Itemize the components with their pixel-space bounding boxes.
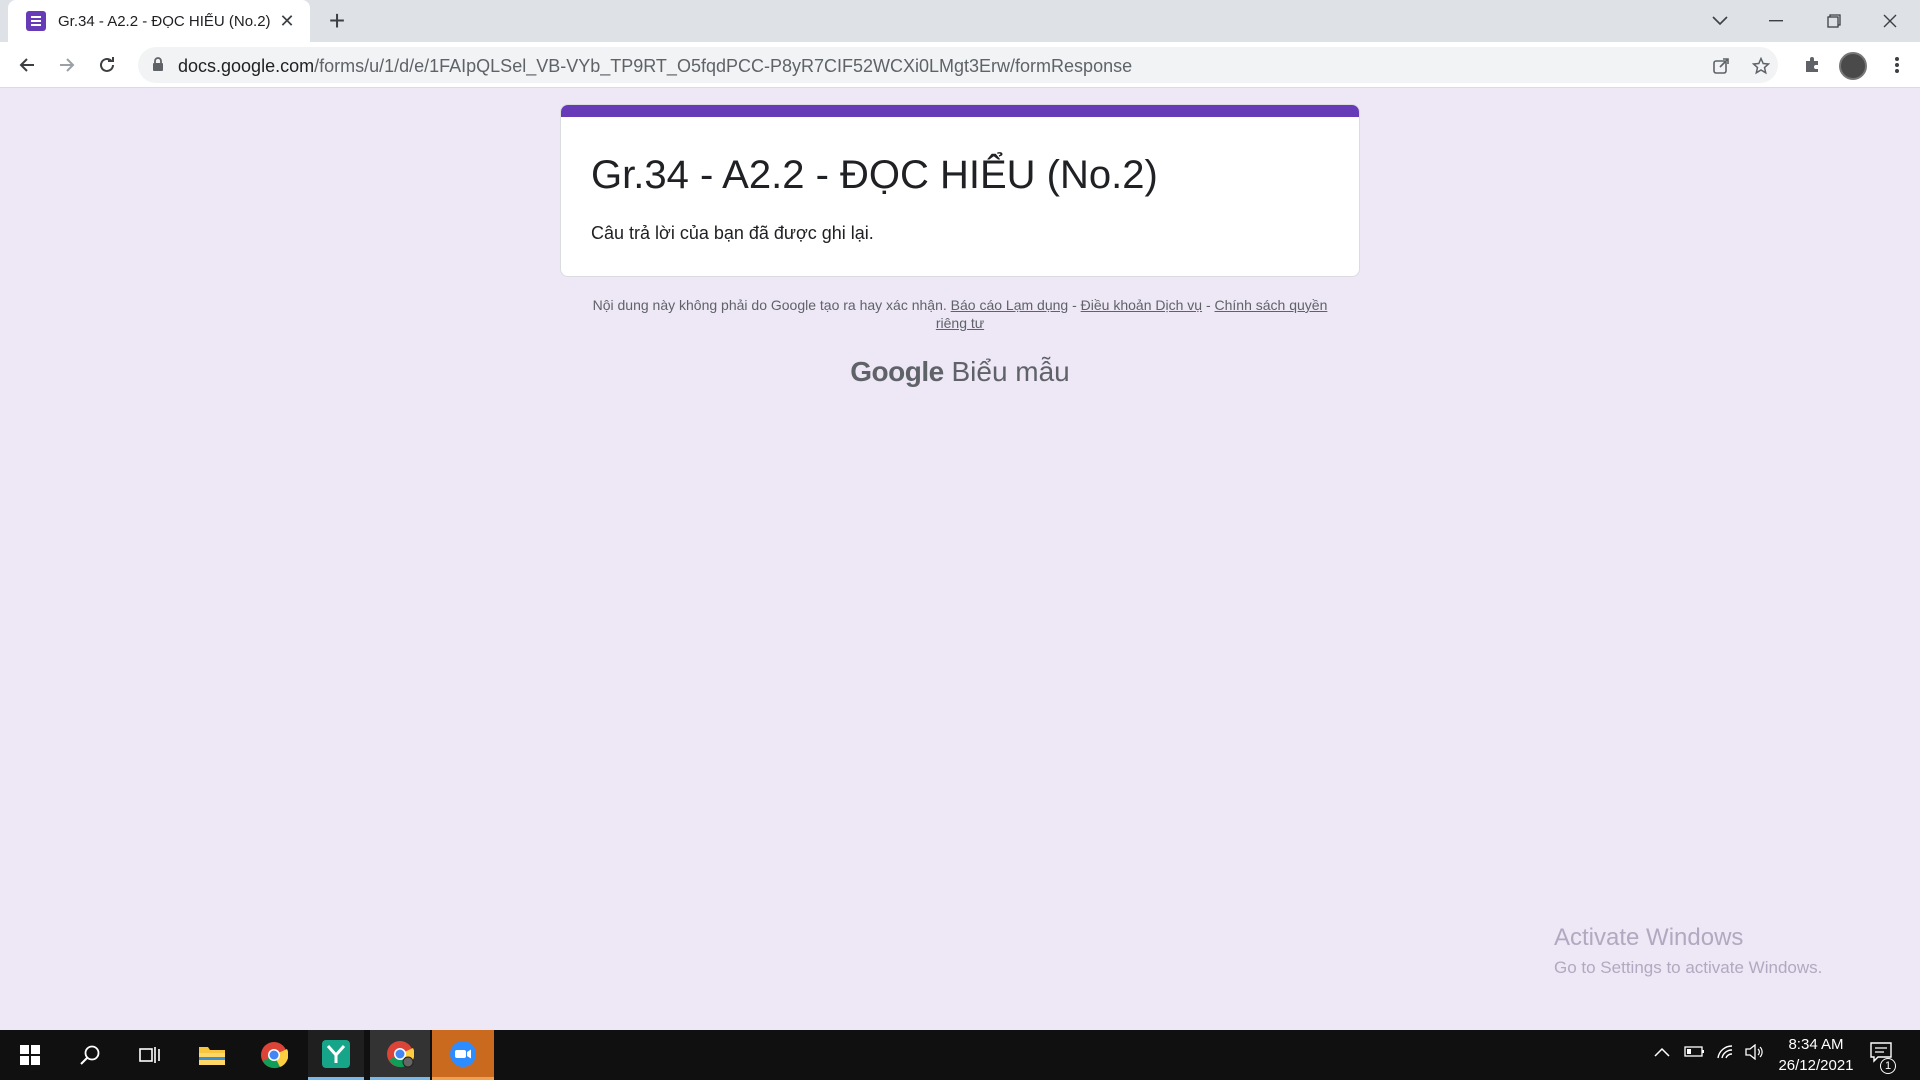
chrome-profile-icon[interactable]	[370, 1030, 430, 1080]
footer-disclaimer: Nội dung này không phải do Google tạo ra…	[592, 297, 1328, 331]
notification-count-badge: 1	[1880, 1058, 1896, 1074]
windows-taskbar: 8:34 AM 26/12/2021 1	[0, 1030, 1920, 1080]
response-recorded-message: Câu trả lời của bạn đã được ghi lại.	[591, 223, 874, 243]
browser-toolbar: docs.google.com/forms/u/1/d/e/1FAIpQLSel…	[0, 42, 1920, 88]
form-response-card: Gr.34 - A2.2 - ĐỌC HIỂU (No.2) Câu trả l…	[560, 104, 1360, 277]
bookmark-star-icon[interactable]	[1748, 53, 1774, 79]
system-clock[interactable]: 8:34 AM 26/12/2021	[1766, 1034, 1866, 1076]
battery-icon[interactable]	[1684, 1044, 1706, 1063]
form-accent-bar	[561, 105, 1359, 117]
tab-title: Gr.34 - A2.2 - ĐỌC HIỂU (No.2)	[58, 12, 271, 30]
address-bar[interactable]: docs.google.com/forms/u/1/d/e/1FAIpQLSel…	[138, 47, 1778, 83]
browser-tab[interactable]: Gr.34 - A2.2 - ĐỌC HIỂU (No.2) ✕	[8, 0, 310, 42]
clock-date: 26/12/2021	[1778, 1057, 1854, 1074]
reload-button[interactable]	[90, 48, 124, 82]
profile-avatar[interactable]	[1839, 52, 1867, 80]
tab-search-icon[interactable]	[1692, 0, 1748, 42]
extensions-puzzle-icon[interactable]	[1795, 48, 1829, 82]
share-icon[interactable]	[1708, 53, 1734, 79]
lock-icon[interactable]	[152, 57, 164, 77]
search-icon[interactable]	[60, 1030, 120, 1080]
volume-icon[interactable]	[1744, 1043, 1764, 1065]
activate-windows-watermark: Activate Windows Go to Settings to activ…	[1554, 924, 1823, 977]
restore-button[interactable]	[1806, 0, 1862, 42]
tab-close-icon[interactable]: ✕	[276, 11, 298, 32]
minimize-button[interactable]	[1748, 0, 1804, 42]
clock-time: 8:34 AM	[1788, 1036, 1844, 1053]
google-forms-icon	[26, 11, 46, 31]
url-text[interactable]: docs.google.com/forms/u/1/d/e/1FAIpQLSel…	[178, 56, 1132, 77]
form-title: Gr.34 - A2.2 - ĐỌC HIỂU (No.2)	[591, 153, 1158, 197]
task-view-icon[interactable]	[120, 1030, 180, 1080]
forward-button[interactable]	[50, 48, 84, 82]
windows-start-icon[interactable]	[0, 1030, 60, 1080]
app-y-icon[interactable]	[308, 1030, 364, 1080]
new-tab-button[interactable]: +	[322, 7, 352, 37]
close-window-button[interactable]	[1862, 0, 1918, 42]
zoom-icon[interactable]	[432, 1030, 494, 1080]
file-explorer-icon[interactable]	[182, 1030, 242, 1080]
disclaimer-text: Nội dung này không phải do Google tạo ra…	[592, 297, 947, 313]
browser-menu-icon[interactable]	[1880, 48, 1914, 82]
back-button[interactable]	[10, 48, 44, 82]
terms-of-service-link[interactable]: Điều khoản Dịch vụ	[1081, 297, 1202, 313]
wifi-icon[interactable]	[1716, 1044, 1736, 1065]
report-abuse-link[interactable]: Báo cáo Lạm dụng	[951, 297, 1069, 313]
google-forms-logo[interactable]: Google Biểu mẫu	[0, 356, 1920, 388]
chrome-icon[interactable]	[244, 1030, 304, 1080]
show-hidden-icons-icon[interactable]	[1654, 1044, 1670, 1062]
tab-strip: Gr.34 - A2.2 - ĐỌC HIỂU (No.2) ✕ +	[0, 0, 1920, 42]
